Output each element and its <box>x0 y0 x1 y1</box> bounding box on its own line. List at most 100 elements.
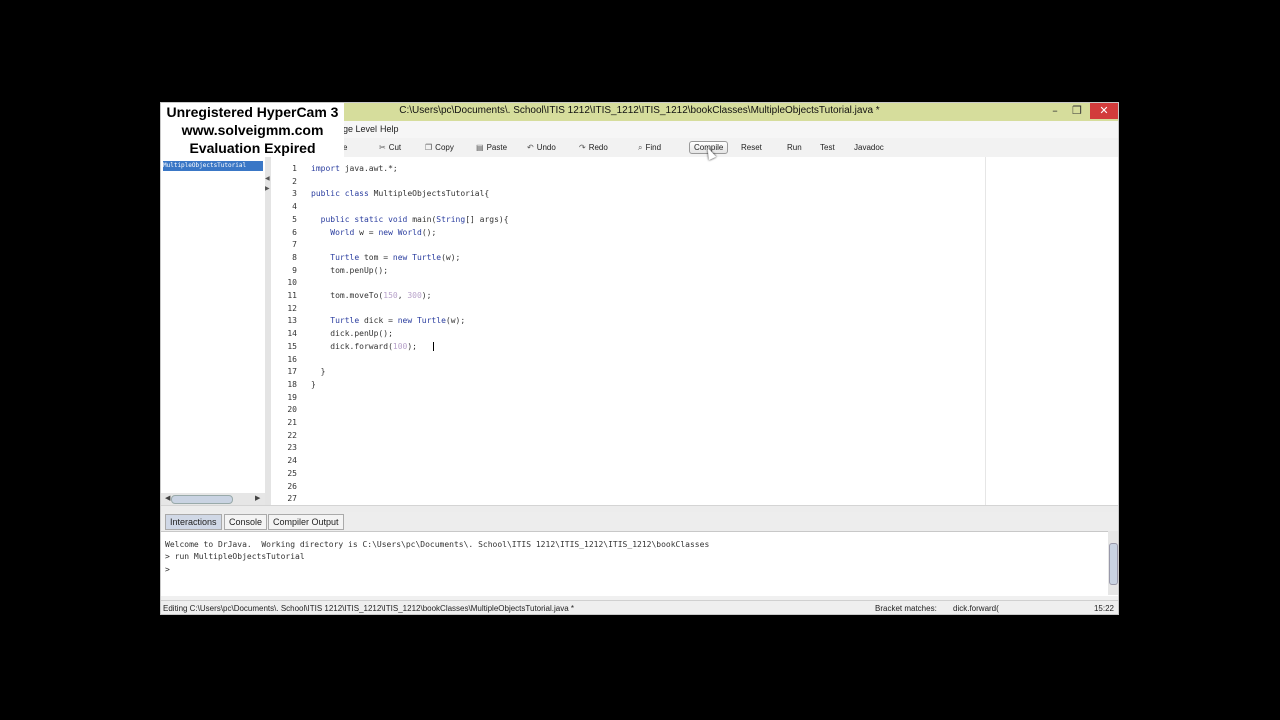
code-line[interactable]: dick.forward(100); <box>311 342 417 351</box>
find-button[interactable]: ⌕ Find <box>634 141 665 154</box>
line-number: 21 <box>287 418 297 427</box>
menu-help[interactable]: Help <box>380 124 399 134</box>
code-line[interactable]: tom.moveTo(150, 300); <box>311 291 431 300</box>
code-line[interactable]: } <box>311 367 326 376</box>
line-number: 11 <box>287 291 297 300</box>
code-line[interactable]: } <box>311 380 316 389</box>
javadoc-button[interactable]: Javadoc <box>850 141 888 154</box>
line-number: 9 <box>292 265 297 275</box>
binoculars-icon: ⌕ <box>638 143 643 152</box>
interactions-line: > run MultipleObjectsTutorial <box>165 552 305 561</box>
paste-button[interactable]: ▤ Paste <box>472 141 511 154</box>
paste-icon: ▤ <box>476 143 484 152</box>
line-number: 14 <box>287 329 297 339</box>
status-bar: Editing C:\Users\pc\Documents\. School\I… <box>161 600 1118 614</box>
status-caret-position: 15:22 <box>1093 604 1114 613</box>
line-number: 2 <box>292 176 297 186</box>
menu-language-level[interactable]: ge Level <box>343 124 377 134</box>
text-caret <box>433 342 434 351</box>
document-list: MultipleObjectsTutorial ◀ ▶ <box>161 157 266 505</box>
line-number: 26 <box>287 481 297 491</box>
line-number: 22 <box>287 430 297 440</box>
minimize-button[interactable]: – <box>1044 103 1066 119</box>
line-number: 19 <box>287 392 297 402</box>
watermark-line-2: www.solveigmm.com <box>181 122 324 138</box>
line-number: 12 <box>287 303 297 313</box>
run-label: Run <box>787 143 802 152</box>
status-bracket-value: dick.forward( <box>953 604 999 613</box>
tab-console[interactable]: Console <box>224 514 268 530</box>
tab-interactions[interactable]: Interactions <box>165 514 222 530</box>
line-number: 20 <box>287 405 297 415</box>
line-number: 16 <box>287 354 297 364</box>
status-editing: Editing C:\Users\pc\Documents\. School\I… <box>163 604 575 613</box>
paste-label: Paste <box>486 143 508 152</box>
collapse-left-icon[interactable]: ◀ <box>265 175 270 182</box>
line-number: 13 <box>287 316 297 326</box>
tab-compiler-output[interactable]: Compiler Output <box>268 514 344 530</box>
watermark-line-3: Evaluation Expired <box>189 140 316 156</box>
run-button[interactable]: Run <box>783 141 806 154</box>
line-number: 23 <box>287 443 297 453</box>
line-number: 3 <box>292 189 297 199</box>
line-number: 17 <box>287 367 297 377</box>
line-number: 18 <box>287 379 297 389</box>
line-number-gutter: 1 2 3 4 5 6 7 8 9 10 11 12 13 14 15 16 17 18 19 20 21 22 23 24 2… <box>271 157 301 505</box>
maximize-button[interactable]: ❐ <box>1066 103 1088 119</box>
document-list-scrollbar[interactable]: ◀ ▶ <box>161 493 265 505</box>
line-number: 15 <box>287 341 297 351</box>
code-line[interactable]: Turtle tom = new Turtle(w); <box>311 253 460 262</box>
close-button[interactable]: ✕ <box>1090 103 1118 119</box>
line-number: 7 <box>292 240 297 250</box>
code-line[interactable]: Turtle dick = new Turtle(w); <box>311 316 465 325</box>
line-number: 1 <box>292 164 297 173</box>
watermark-line-1: Unregistered HyperCam 3 <box>166 104 339 120</box>
line-number: 27 <box>287 494 297 504</box>
hypercam-watermark: Unregistered HyperCam 3 www.solveigmm.co… <box>161 103 344 159</box>
scroll-left-icon[interactable]: ◀ <box>165 494 170 502</box>
reset-button[interactable]: Reset <box>737 141 766 154</box>
editor-margin-line <box>985 157 986 505</box>
line-number: 8 <box>292 252 297 262</box>
line-number: 10 <box>287 278 297 288</box>
redo-label: Redo <box>588 143 608 152</box>
code-line[interactable]: World w = new World(); <box>311 228 436 237</box>
copy-icon: ❐ <box>425 143 433 152</box>
scroll-right-icon[interactable]: ▶ <box>255 494 260 502</box>
reset-label: Reset <box>741 143 762 152</box>
scissors-icon: ✂ <box>379 143 386 152</box>
scroll-thumb[interactable] <box>171 495 233 504</box>
redo-button[interactable]: ↷ Redo <box>575 141 612 154</box>
bottom-tabs: Interactions Console Compiler Output <box>161 512 1118 531</box>
undo-button[interactable]: ↶ Undo <box>523 141 560 154</box>
code-editor[interactable]: 1 2 3 4 5 6 7 8 9 10 11 12 13 14 15 16 17 18 19 20 21 22 23 24 2… <box>271 157 1118 505</box>
code-line[interactable]: public static void main(String[] args){ <box>311 215 509 224</box>
code-line[interactable]: tom.penUp(); <box>311 266 388 275</box>
code-line[interactable]: import java.awt.*; <box>311 164 398 173</box>
line-number: 6 <box>292 227 297 237</box>
javadoc-label: Javadoc <box>854 143 884 152</box>
undo-icon: ↶ <box>527 143 534 152</box>
undo-label: Undo <box>536 143 556 152</box>
status-bracket-label: Bracket matches: <box>875 604 937 613</box>
line-number: 4 <box>292 202 297 212</box>
expand-right-icon[interactable]: ▶ <box>265 185 270 192</box>
document-item[interactable]: MultipleObjectsTutorial <box>163 161 263 171</box>
interactions-prompt[interactable]: > <box>165 565 170 574</box>
cut-label: Cut <box>388 143 402 152</box>
drjava-window: C:\Users\pc\Documents\. School\ITIS 1212… <box>160 102 1119 615</box>
code-line[interactable]: dick.penUp(); <box>311 329 393 338</box>
copy-button[interactable]: ❐ Copy <box>421 141 458 154</box>
code-line[interactable]: public class MultipleObjectsTutorial{ <box>311 189 489 198</box>
copy-label: Copy <box>435 143 454 152</box>
test-label: Test <box>820 143 835 152</box>
interactions-scrollbar[interactable] <box>1108 531 1118 595</box>
test-button[interactable]: Test <box>816 141 839 154</box>
line-number: 24 <box>287 456 297 466</box>
line-number: 5 <box>292 214 297 224</box>
scroll-thumb[interactable] <box>1109 543 1118 585</box>
line-number: 25 <box>287 468 297 478</box>
find-label: Find <box>645 143 662 152</box>
cut-button[interactable]: ✂ Cut <box>375 141 405 154</box>
interactions-pane[interactable]: Welcome to DrJava. Working directory is … <box>161 531 1118 596</box>
